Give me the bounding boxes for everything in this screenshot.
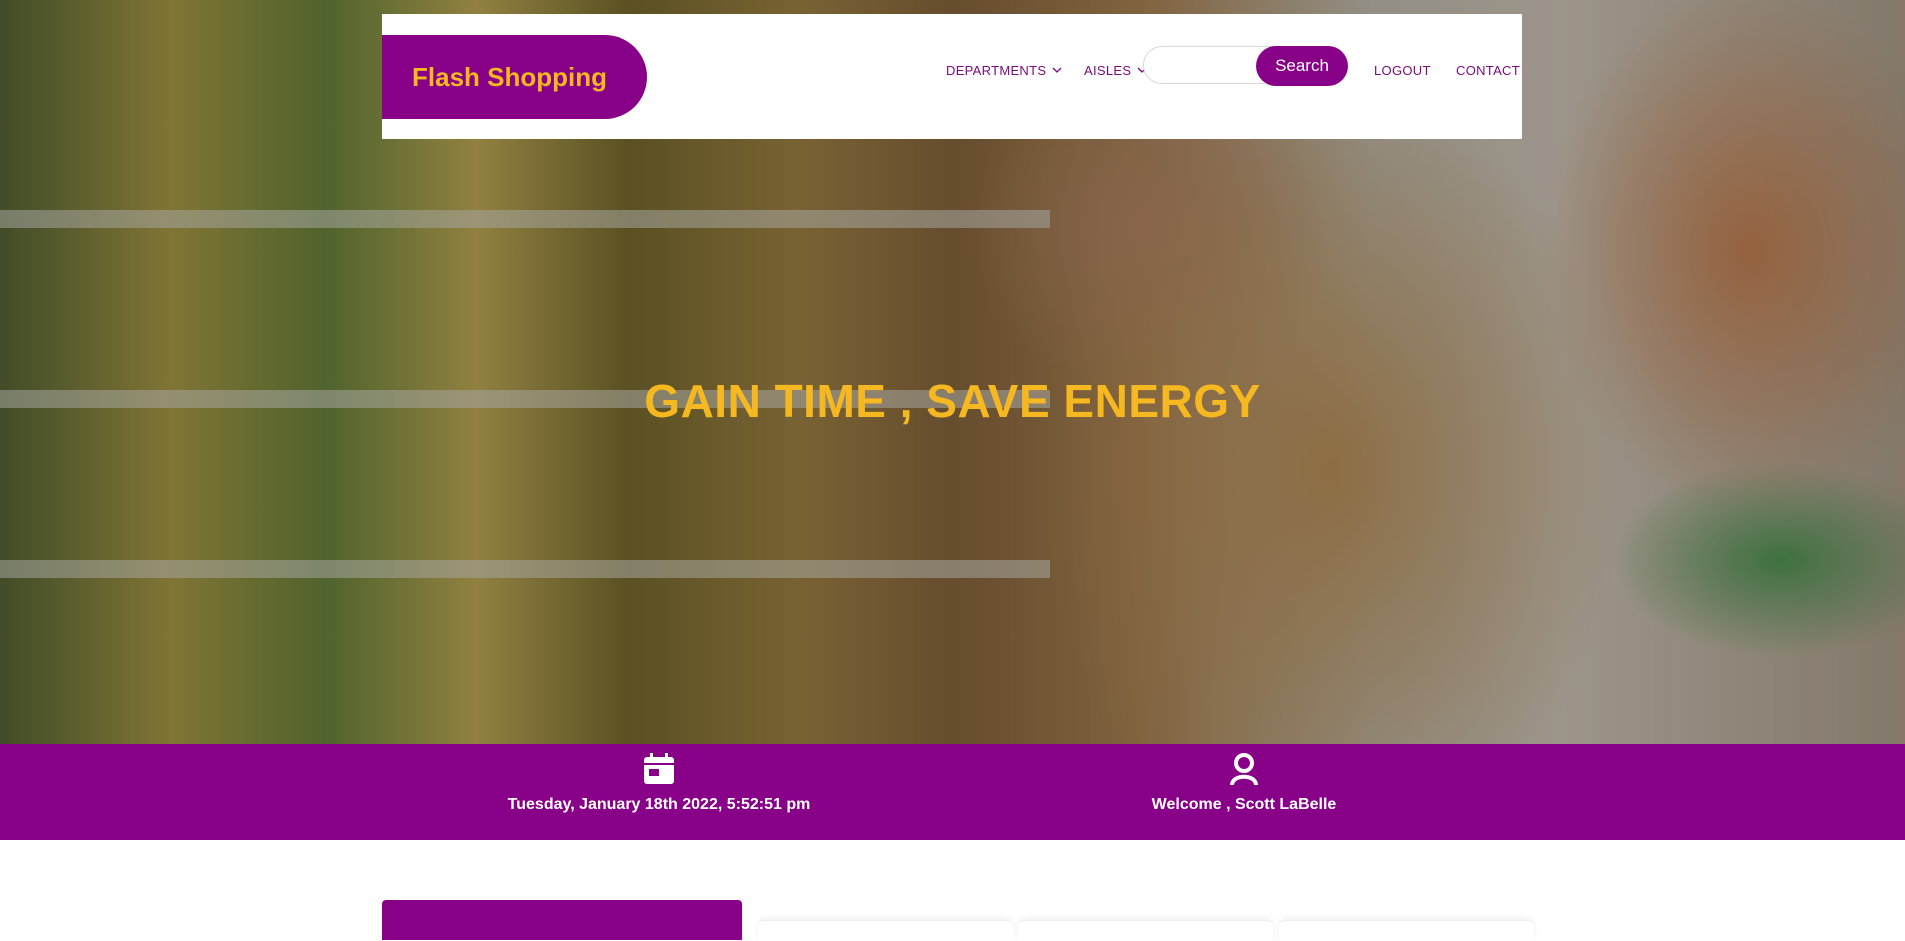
- hero-headline: GAIN TIME , SAVE ENERGY: [644, 375, 1261, 427]
- product-card[interactable]: [758, 920, 1013, 941]
- user-icon: [1229, 752, 1259, 786]
- welcome-block: Welcome , Scott LaBelle: [1044, 744, 1444, 840]
- nav-contact-label: CONTACT: [1456, 62, 1520, 78]
- datetime-block: Tuesday, January 18th 2022, 5:52:51 pm: [459, 744, 859, 840]
- nav-logout[interactable]: LOGOUT: [1374, 59, 1431, 81]
- welcome-message: Welcome , Scott LaBelle: [1151, 796, 1337, 813]
- info-bar: Tuesday, January 18th 2022, 5:52:51 pm W…: [0, 744, 1905, 840]
- site-header: Flash Shopping DEPARTMENTS AISLES Search…: [382, 14, 1522, 139]
- product-card[interactable]: [1279, 920, 1534, 941]
- brand-logo[interactable]: Flash Shopping: [382, 35, 647, 119]
- brand-name: Flash Shopping: [412, 61, 607, 92]
- current-datetime: Tuesday, January 18th 2022, 5:52:51 pm: [507, 796, 811, 813]
- search-form: Search: [1143, 46, 1348, 86]
- search-button[interactable]: Search: [1256, 46, 1348, 86]
- nav-aisles-label: AISLES: [1084, 62, 1132, 78]
- product-card[interactable]: [1018, 920, 1273, 941]
- nav-logout-label: LOGOUT: [1374, 62, 1431, 78]
- nav-contact[interactable]: CONTACT: [1456, 59, 1520, 81]
- nav-aisles[interactable]: AISLES: [1084, 59, 1147, 81]
- nav-departments[interactable]: DEPARTMENTS: [946, 59, 1062, 81]
- nav-departments-label: DEPARTMENTS: [946, 62, 1047, 78]
- featured-card[interactable]: [382, 900, 742, 940]
- chevron-down-icon: [1052, 67, 1062, 74]
- calendar-icon: [642, 752, 676, 786]
